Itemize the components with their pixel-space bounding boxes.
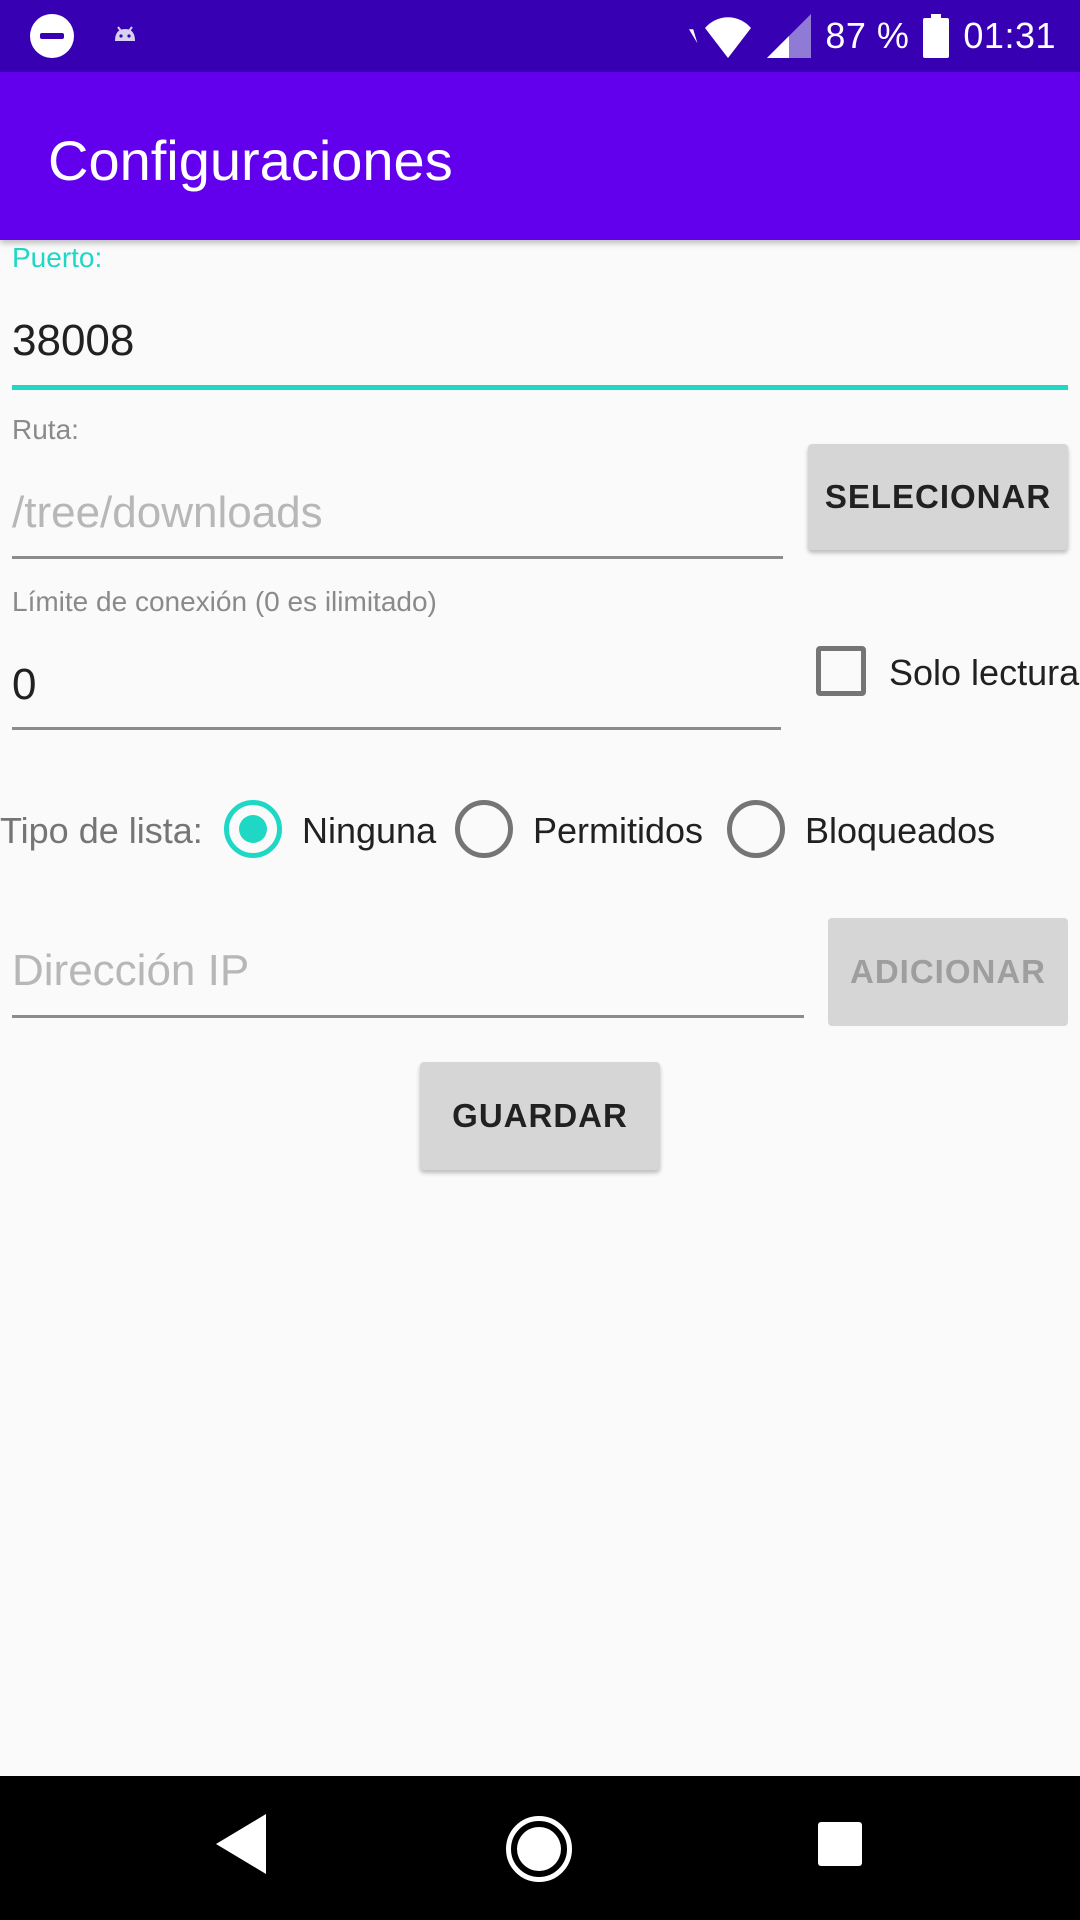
read-only-checkbox[interactable] xyxy=(816,646,866,696)
list-type-label: Tipo de lista: xyxy=(0,810,203,851)
ip-address-underline xyxy=(12,1015,804,1018)
port-label: Puerto: xyxy=(12,242,103,273)
radio-ninguna-label[interactable]: Ninguna xyxy=(302,810,436,852)
save-button[interactable]: GUARDAR xyxy=(420,1062,660,1170)
clock: 01:31 xyxy=(963,15,1056,56)
connection-limit-input[interactable]: 0 xyxy=(12,660,36,710)
radio-bloqueados[interactable] xyxy=(727,800,785,858)
radio-ninguna[interactable] xyxy=(224,800,282,858)
home-icon[interactable] xyxy=(506,1816,572,1882)
connection-limit-underline xyxy=(12,727,781,730)
battery-percent: 87 % xyxy=(825,15,910,56)
app-bar: Configuraciones xyxy=(0,72,1080,240)
do-not-disturb-icon xyxy=(30,14,74,58)
status-bar: 87 % 01:31 xyxy=(0,0,1080,72)
wifi-icon xyxy=(689,17,752,58)
path-input-underline xyxy=(12,556,783,559)
back-icon[interactable] xyxy=(216,1814,266,1874)
recent-apps-icon[interactable] xyxy=(818,1822,862,1866)
radio-bloqueados-label[interactable]: Bloqueados xyxy=(805,810,995,852)
add-ip-button[interactable]: ADICIONAR xyxy=(828,918,1068,1026)
read-only-label: Solo lectura xyxy=(889,652,1080,693)
page-title: Configuraciones xyxy=(48,129,453,192)
ip-address-input[interactable]: Dirección IP xyxy=(12,946,249,996)
port-input-underline xyxy=(12,385,1068,390)
cell-signal-icon xyxy=(767,14,812,58)
path-input[interactable]: /tree/downloads xyxy=(12,488,323,538)
radio-permitidos-label[interactable]: Permitidos xyxy=(533,810,703,852)
navigation-bar xyxy=(0,1776,1080,1920)
port-input[interactable]: 38008 xyxy=(12,316,134,366)
radio-permitidos[interactable] xyxy=(455,800,513,858)
battery-icon xyxy=(923,14,950,58)
android-icon xyxy=(115,26,135,41)
connection-limit-label: Límite de conexión (0 es ilimitado) xyxy=(12,586,437,617)
select-path-button[interactable]: SELECIONAR xyxy=(808,444,1068,550)
path-label: Ruta: xyxy=(12,414,79,445)
